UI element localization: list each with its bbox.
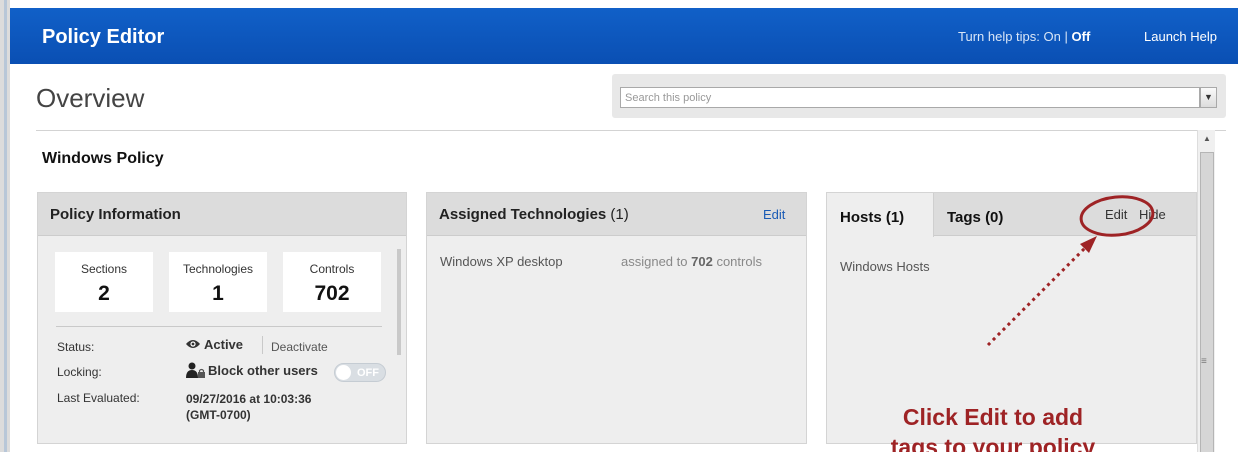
search-input[interactable] [620, 87, 1200, 108]
status-label: Status: [57, 340, 95, 354]
panel-title: Assigned Technologies (1) [439, 206, 629, 223]
hide-link[interactable]: Hide [1139, 207, 1166, 222]
stat-label: Technologies [182, 262, 254, 276]
help-tips-separator: | [1064, 29, 1068, 44]
status-value: Active [185, 337, 243, 352]
help-tips-off-link[interactable]: Off [1072, 29, 1091, 44]
technologies-stat: Technologies 1 [169, 252, 267, 312]
app-title: Policy Editor [42, 26, 165, 48]
policy-name: Windows Policy [42, 150, 164, 167]
locking-toggle[interactable]: OFF [334, 363, 386, 382]
window-left-edge [0, 0, 10, 452]
technology-name: Windows XP desktop [440, 254, 563, 269]
technology-count: (1) [610, 206, 629, 223]
launch-help-link[interactable]: Launch Help [1144, 29, 1217, 44]
tab-hosts-label[interactable]: Hosts (1) [840, 209, 904, 226]
panel-title: Policy Information [50, 206, 181, 223]
toggle-knob [336, 365, 351, 380]
help-tips-prefix: Turn help tips: [958, 29, 1040, 44]
panel-header: Policy Information [38, 193, 406, 236]
panel-header: Assigned Technologies (1) Edit [427, 193, 806, 236]
edit-technologies-link[interactable]: Edit [763, 207, 785, 222]
help-callout-text: Click Edit to add tags to your policy [890, 404, 1096, 452]
last-evaluated-value: 09/27/2016 at 10:03:36 (GMT-0700) [186, 392, 312, 422]
stat-label: Controls [309, 262, 355, 276]
controls-stat: Controls 702 [283, 252, 381, 312]
status-separator [262, 336, 263, 354]
help-tips-control: Turn help tips: On | Off [958, 29, 1090, 44]
edit-tags-link[interactable]: Edit [1105, 207, 1127, 222]
deactivate-link[interactable]: Deactivate [271, 340, 328, 354]
policy-information-panel: Policy Information Sections 2 Technologi… [37, 192, 407, 444]
scroll-up-icon[interactable]: ▲ [1198, 130, 1216, 147]
stats-divider [56, 326, 382, 327]
technology-assignment: assigned to 702 controls [621, 254, 762, 269]
page-title: Overview [36, 83, 145, 113]
tab-tags[interactable]: Tags (0) [947, 209, 1003, 226]
panel-title-text: Assigned Technologies [439, 206, 607, 223]
host-item: Windows Hosts [840, 259, 930, 274]
toggle-text: OFF [357, 367, 379, 379]
stat-label: Sections [80, 262, 128, 276]
assigned-suffix: controls [716, 254, 762, 269]
sections-stat: Sections 2 [55, 252, 153, 312]
stat-value: 702 [314, 282, 350, 305]
scrollbar-grip-icon: ≡ [1201, 356, 1207, 367]
locking-value: Block other users [186, 362, 318, 378]
header-divider [36, 130, 1226, 131]
stat-value: 2 [98, 282, 110, 305]
panel-header: Hosts (1) Tags (0) Edit Hide [827, 193, 1196, 237]
assigned-prefix: assigned to [621, 254, 688, 269]
last-evaluated-label: Last Evaluated: [57, 391, 140, 405]
status-text: Active [204, 337, 244, 352]
page-scrollbar[interactable]: ▲ ≡ [1197, 130, 1215, 452]
help-tips-on-link[interactable]: On [1044, 29, 1061, 44]
user-lock-icon [186, 362, 205, 378]
assigned-technologies-panel: Assigned Technologies (1) Edit Windows X… [426, 192, 807, 444]
main-content: Overview ▼ ▲ ≡ Windows Policy Policy Inf… [10, 64, 1238, 452]
scrollbar-thumb[interactable] [1200, 152, 1214, 452]
assigned-count: 702 [691, 254, 713, 269]
title-bar: Policy Editor Turn help tips: On | Off L… [10, 8, 1238, 64]
search-bar: ▼ [612, 74, 1226, 118]
chevron-down-icon[interactable]: ▼ [1200, 87, 1217, 108]
stat-value: 1 [212, 282, 224, 305]
locking-label: Locking: [57, 365, 102, 379]
eye-icon [186, 340, 200, 348]
edge-strip [4, 0, 7, 452]
locking-text: Block other users [208, 363, 318, 378]
panel-scrollbar[interactable] [397, 249, 401, 355]
